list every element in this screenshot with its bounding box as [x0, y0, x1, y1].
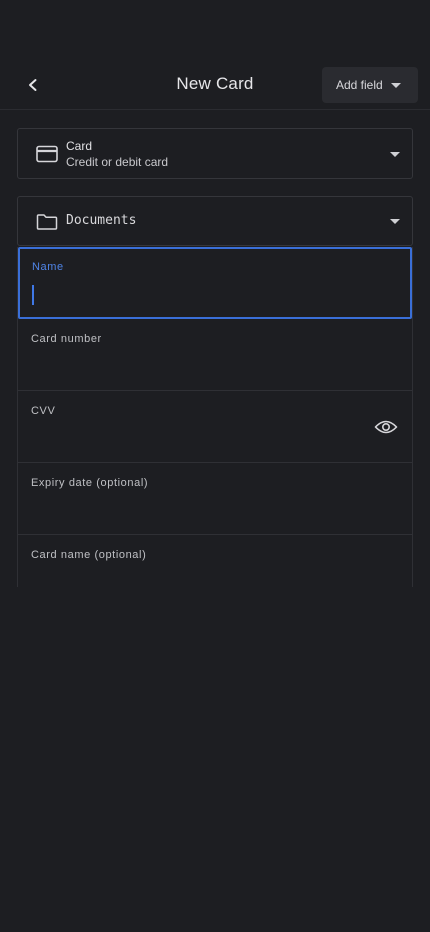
expiry-date-field[interactable]: Expiry date (optional)	[18, 463, 412, 535]
toggle-visibility-button[interactable]	[372, 415, 400, 439]
card-fields: Name Card number CVV Expiry date (option…	[17, 247, 413, 587]
expiry-date-input[interactable]	[31, 499, 362, 521]
folder-label: Documents	[66, 213, 137, 228]
card-name-field[interactable]: Card name (optional)	[18, 535, 412, 587]
add-field-button[interactable]: Add field	[322, 67, 418, 103]
card-number-field[interactable]: Card number	[18, 319, 412, 391]
card-name-input[interactable]	[31, 571, 362, 587]
expiry-date-label: Expiry date (optional)	[31, 477, 149, 489]
eye-icon	[374, 420, 398, 434]
cvv-label: CVV	[31, 405, 56, 417]
card-number-label: Card number	[31, 333, 102, 345]
item-type-title: Card	[66, 139, 93, 153]
name-field-label: Name	[32, 261, 64, 273]
text-cursor	[32, 285, 34, 305]
card-name-label: Card name (optional)	[31, 549, 147, 561]
add-field-label: Add field	[336, 78, 383, 92]
name-input[interactable]	[35, 285, 360, 307]
folder-selector[interactable]: Documents	[17, 196, 413, 246]
item-type-subtitle: Credit or debit card	[66, 155, 169, 169]
caret-down-icon	[390, 82, 401, 88]
credit-card-icon	[36, 145, 58, 163]
item-type-selector[interactable]: Card Credit or debit card	[17, 128, 413, 179]
app-bar: New Card Add field	[0, 60, 430, 110]
folder-icon	[36, 214, 58, 230]
status-bar	[0, 0, 430, 60]
caret-down-icon	[390, 219, 400, 224]
name-field[interactable]: Name	[18, 247, 412, 319]
caret-down-icon	[390, 151, 400, 157]
cvv-input[interactable]	[31, 427, 362, 449]
card-number-input[interactable]	[31, 355, 362, 377]
cvv-field[interactable]: CVV	[18, 391, 412, 463]
